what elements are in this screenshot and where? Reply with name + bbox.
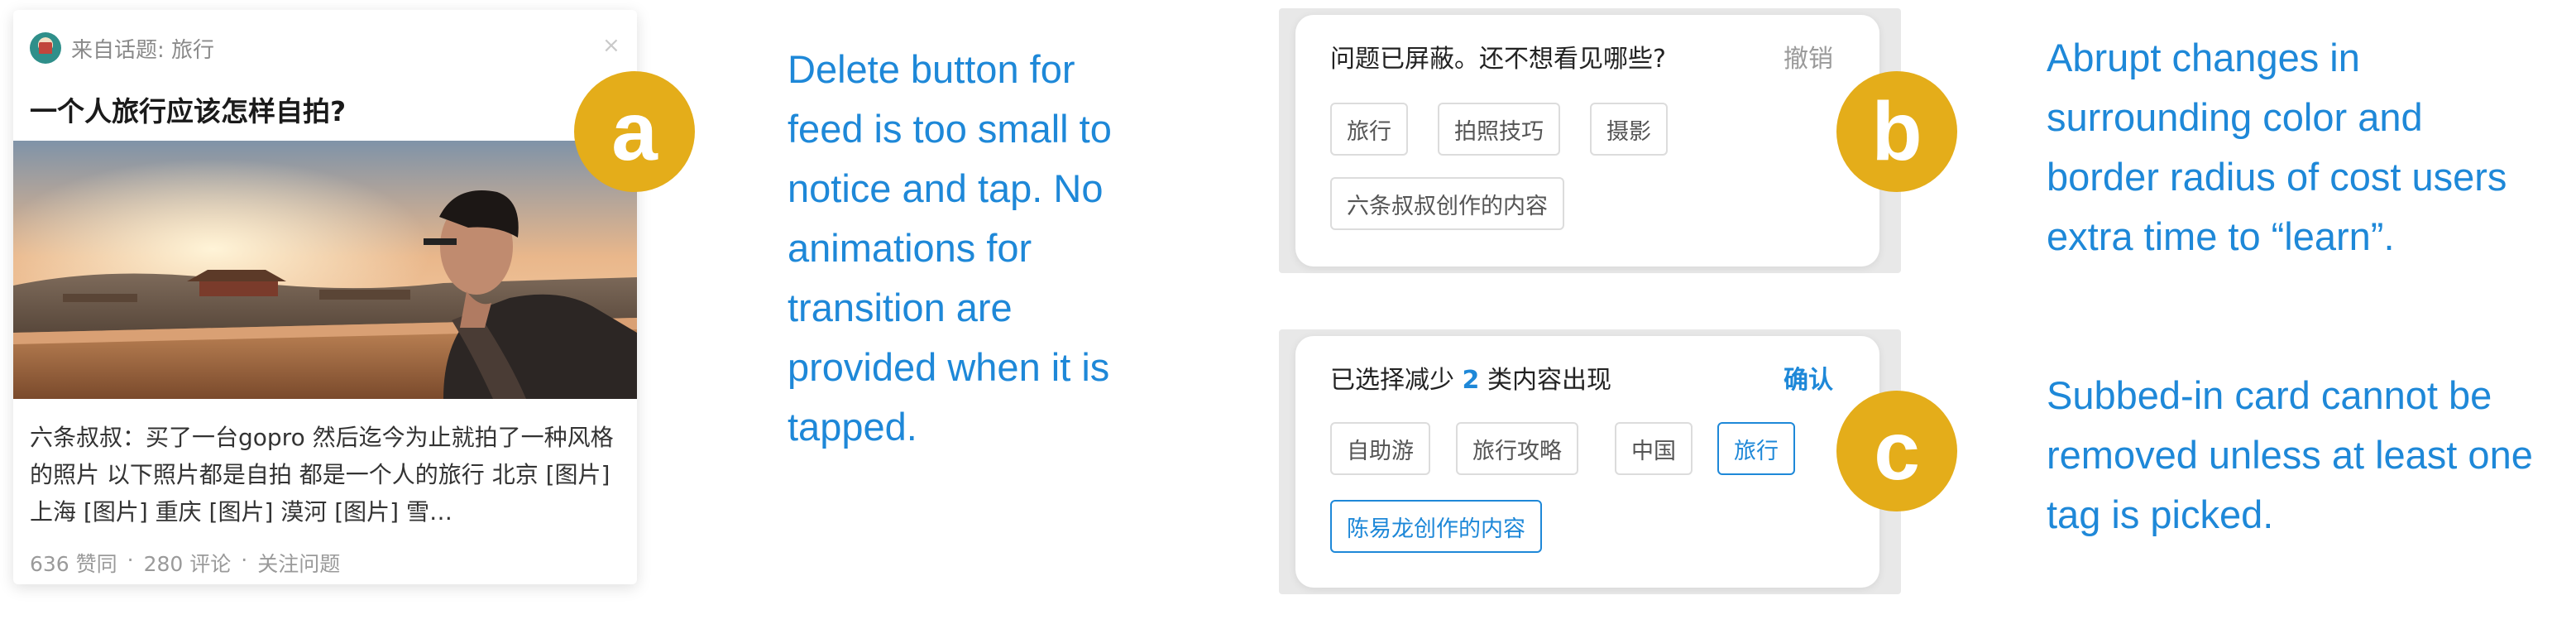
note-a: Delete button for feed is too small to n… xyxy=(788,40,1112,457)
tag-chip[interactable]: 摄影 xyxy=(1590,103,1668,156)
reduce-title: 已选择减少 2 类内容出现 xyxy=(1330,359,1611,396)
tag-chip[interactable]: 旅行 xyxy=(1330,103,1408,156)
note-line: Delete button for xyxy=(788,47,1075,91)
selfie-photo-image xyxy=(13,141,637,399)
tag-chip-selected[interactable]: 旅行 xyxy=(1717,422,1795,475)
note-line: Abrupt changes in xyxy=(2047,36,2360,79)
delete-feed-close-icon[interactable]: × xyxy=(602,35,620,56)
feed-card[interactable]: 来自话题: 旅行 × 一个人旅行应该怎样自拍? 六条叔叔：买了一台gopro 然… xyxy=(13,10,637,584)
topic-avatar-icon xyxy=(30,32,61,64)
topic-label: 来自话题: 旅行 xyxy=(71,37,215,63)
blocked-title: 问题已屏蔽。还不想看见哪些? xyxy=(1330,45,1666,74)
note-line: removed unless at least one xyxy=(2047,433,2533,477)
topic-source[interactable]: 来自话题: 旅行 xyxy=(30,31,214,65)
confirm-button[interactable]: 确认 xyxy=(1784,359,1833,396)
selected-count: 2 xyxy=(1462,366,1480,395)
feed-meta: 636 赞同 · 280 评论 · 关注问题 xyxy=(30,548,340,578)
comments-count[interactable]: 280 评论 xyxy=(144,548,232,578)
separator-dot: · xyxy=(127,548,134,572)
note-line: provided when it is xyxy=(788,345,1110,389)
feed-title[interactable]: 一个人旅行应该怎样自拍? xyxy=(30,89,346,129)
note-line: border radius of cost users xyxy=(2047,155,2507,199)
note-line: tapped. xyxy=(788,405,917,449)
note-c: Subbed-in card cannot be removed unless … xyxy=(2047,366,2533,545)
badge-b: b xyxy=(1836,71,1957,192)
blocked-feedback-card: 问题已屏蔽。还不想看见哪些? 撤销 旅行 拍照技巧 摄影 六条叔叔创作的内容 xyxy=(1295,15,1879,266)
note-line: surrounding color and xyxy=(2047,95,2423,139)
note-line: transition are xyxy=(788,286,1013,329)
tag-chip[interactable]: 自助游 xyxy=(1330,422,1430,475)
reduce-content-card: 已选择减少 2 类内容出现 确认 自助游 旅行攻略 中国 旅行 陈易龙创作的内容 xyxy=(1295,336,1879,588)
tag-chip[interactable]: 拍照技巧 xyxy=(1438,103,1560,156)
feed-photo[interactable] xyxy=(13,141,637,399)
feed-excerpt[interactable]: 六条叔叔：买了一台gopro 然后迄今为止就拍了一种风格的照片 以下照片都是自拍… xyxy=(30,419,625,531)
note-line: animations for xyxy=(788,226,1032,270)
note-line: tag is picked. xyxy=(2047,492,2274,536)
tag-chip-selected[interactable]: 陈易龙创作的内容 xyxy=(1330,500,1542,553)
likes-count[interactable]: 636 赞同 xyxy=(30,548,117,578)
badge-a: a xyxy=(574,71,695,192)
reduce-title-suffix: 类内容出现 xyxy=(1487,366,1611,395)
note-b: Abrupt changes in surrounding color and … xyxy=(2047,28,2507,266)
tag-chip[interactable]: 中国 xyxy=(1615,422,1693,475)
reduce-title-prefix: 已选择减少 xyxy=(1330,366,1454,395)
badge-c: c xyxy=(1836,391,1957,511)
undo-button[interactable]: 撤销 xyxy=(1784,38,1833,74)
note-line: Subbed-in card cannot be xyxy=(2047,373,2492,417)
note-line: extra time to “learn”. xyxy=(2047,214,2395,258)
note-line: feed is too small to xyxy=(788,107,1112,151)
note-line: notice and tap. No xyxy=(788,166,1104,210)
tag-chip[interactable]: 旅行攻略 xyxy=(1456,422,1578,475)
follow-question-link[interactable]: 关注问题 xyxy=(257,548,340,578)
tag-chip[interactable]: 六条叔叔创作的内容 xyxy=(1330,177,1564,230)
separator-dot: · xyxy=(241,548,248,572)
